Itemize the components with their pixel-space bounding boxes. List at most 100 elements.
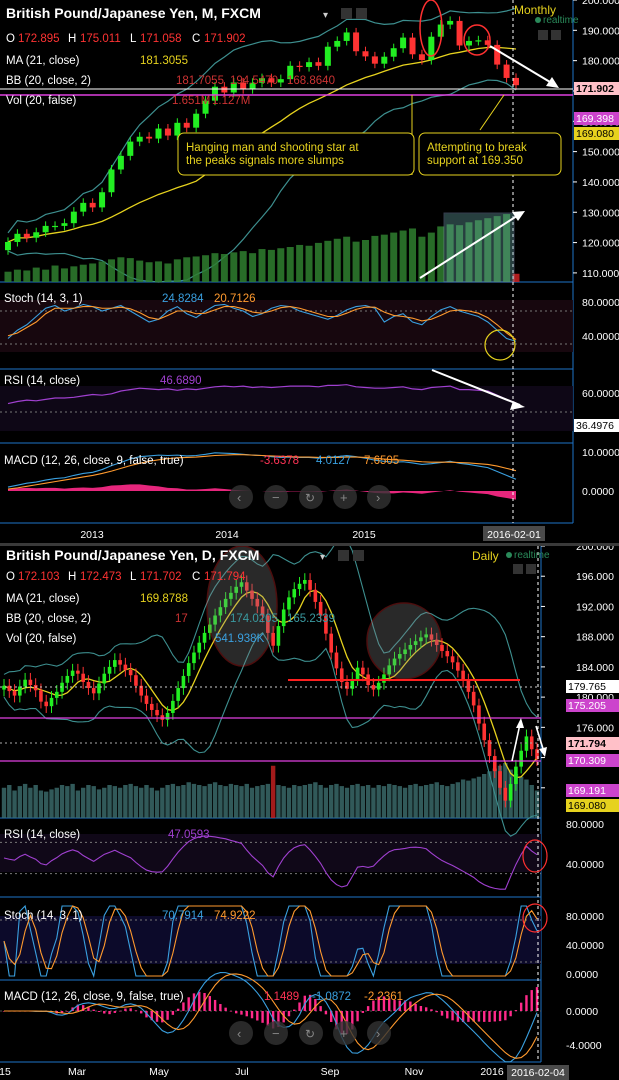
bot-candle-body	[498, 771, 502, 788]
daily-chart-svg[interactable]: British Pound/Japanese Yen, D, FXCM ▾ Da…	[0, 546, 619, 1080]
bot-candle-body	[176, 688, 180, 701]
bot-macd-v3: -2.2361	[364, 991, 403, 1003]
top-realtime-dot	[535, 17, 541, 23]
bot-candle-body	[492, 756, 497, 772]
top-candle-body	[14, 233, 21, 242]
bot-zoom-controls[interactable]: ‹ − ↻ + ›	[229, 1021, 391, 1045]
bot-volume-bar	[534, 790, 540, 818]
bot-up-arrow-head	[516, 718, 524, 728]
top-candle-body	[494, 44, 501, 65]
bot-macd-hist-bar	[176, 1008, 180, 1011]
bot-macd-hist-bar	[319, 1006, 322, 1011]
bot-macd-label[interactable]: MACD (12, 26, close, 9, false, true)	[4, 991, 184, 1003]
top-ma-label[interactable]: MA (21, close)	[6, 55, 80, 67]
top-realtime-label: realtime	[543, 15, 579, 26]
bot-up-btn[interactable]	[513, 564, 523, 574]
top-volume-bar	[352, 241, 360, 282]
bot-bb-value-3: 165.2339	[287, 613, 335, 625]
top-candle-body	[381, 56, 388, 64]
bot-volume-bar	[154, 790, 160, 818]
bot-volume-bar	[28, 787, 33, 818]
bot-h-label: H	[68, 571, 76, 583]
top-bb-value-2: 194.5470	[230, 75, 278, 87]
top-last-tag: 171.902	[576, 83, 614, 95]
top-volume-bar	[79, 264, 87, 282]
bot-volume-bar	[529, 785, 534, 818]
top-candle-body	[33, 232, 40, 238]
top-stoch-label[interactable]: Stoch (14, 3, 1)	[4, 293, 83, 305]
bot-volume-bar	[233, 785, 239, 818]
bot-volume-bar	[70, 783, 75, 818]
bot-candle-body	[186, 663, 191, 676]
top-rsi-tag: 36.4976	[576, 420, 614, 432]
top-close-icon[interactable]	[356, 8, 367, 19]
bot-title[interactable]: British Pound/Japanese Yen, D, FXCM	[6, 547, 259, 563]
monthly-chart-svg[interactable]: Hanging man and shooting star at the pea…	[0, 0, 619, 543]
bot-vol-label[interactable]: Vol (20, false)	[6, 633, 76, 645]
top-rsi-tick-60: 60.0000	[582, 388, 619, 400]
bot-lower2-tag: 169.080	[568, 800, 606, 812]
bot-macd-hist-bar	[488, 1011, 491, 1022]
bot-volume-bar	[429, 783, 434, 818]
bot-volume-bar	[423, 785, 429, 818]
note2-line1: Attempting to break	[427, 142, 527, 154]
top-up-btn[interactable]	[538, 30, 548, 40]
top-candle-body	[296, 65, 303, 68]
top-zoom-controls[interactable]: ‹ − ↻ + ›	[229, 485, 391, 509]
bot-candle-body	[28, 679, 33, 686]
bot-volume-bar	[334, 783, 339, 818]
bot-candle-body	[134, 675, 138, 686]
bot-macd-hist-bar	[208, 996, 212, 1011]
top-title[interactable]: British Pound/Japanese Yen, M, FXCM	[6, 5, 261, 21]
bot-macd-hist-bar	[134, 1010, 138, 1011]
bot-stoch-label[interactable]: Stoch (14, 3, 1)	[4, 910, 83, 922]
top-candle-body	[437, 24, 444, 37]
bot-volume-bar	[128, 783, 133, 818]
bot-volume-bar	[292, 785, 297, 818]
top-settings-icon[interactable]	[341, 8, 352, 19]
top-bb-value-3: 168.8640	[287, 75, 335, 87]
bot-support-tag: 170.309	[568, 755, 606, 767]
top-stoch-tick-80: 80.0000	[582, 297, 619, 309]
monthly-chart[interactable]: Hanging man and shooting star at the pea…	[0, 0, 619, 543]
bot-ma-label[interactable]: MA (21, close)	[6, 593, 80, 605]
bot-candle-body	[376, 682, 381, 690]
bot-x-tick-sep: Sep	[321, 1066, 340, 1078]
top-volume-bar	[32, 267, 40, 282]
bot-title-dropdown-icon[interactable]: ▾	[320, 552, 325, 563]
bot-volume-bar	[302, 785, 308, 818]
bot-stoch-k: 70.7914	[162, 910, 204, 922]
top-macd-label[interactable]: MACD (12, 26, close, 9, false, true)	[4, 455, 184, 467]
bot-candle-body	[450, 656, 455, 663]
bot-macd-hist-bar	[155, 1011, 159, 1022]
top-title-dropdown-icon[interactable]: ▾	[323, 10, 328, 21]
bot-volume-bar	[460, 779, 466, 818]
bot-close-icon[interactable]	[353, 550, 364, 561]
bot-macd-hist-bar	[234, 1011, 238, 1014]
bot-candle-body	[2, 685, 6, 690]
top-candle-body	[221, 86, 228, 93]
bot-rsi-label[interactable]: RSI (14, close)	[4, 829, 80, 841]
bot-bb-label[interactable]: BB (20, close, 2)	[6, 613, 91, 625]
bot-macd-hist-bar	[493, 1011, 496, 1022]
bot-macd-hist-bar	[256, 1011, 259, 1021]
top-rsi-label[interactable]: RSI (14, close)	[4, 375, 80, 387]
top-candle-body	[117, 155, 124, 170]
bot-volume-bar	[286, 787, 292, 818]
bot-down-btn[interactable]	[526, 564, 536, 574]
bot-macd-hist-bar	[477, 1011, 481, 1022]
bot-date-tag: 2016-02-04	[511, 1067, 565, 1079]
top-bb-label[interactable]: BB (20, close, 2)	[6, 75, 91, 87]
bot-candle-body	[81, 673, 85, 682]
top-price-tick-label: 140.000	[582, 177, 619, 189]
bot-volume-bar	[360, 786, 366, 818]
bot-volume-bar	[418, 786, 424, 818]
bot-candle-body	[49, 697, 54, 707]
top-down-btn[interactable]	[551, 30, 561, 40]
top-vol-label[interactable]: Vol (20, false)	[6, 95, 76, 107]
daily-chart[interactable]: British Pound/Japanese Yen, D, FXCM ▾ Da…	[0, 546, 619, 1080]
bot-h-value: 172.473	[80, 571, 122, 583]
bot-settings-icon[interactable]	[338, 550, 349, 561]
bot-candle-body	[281, 609, 286, 627]
bot-price-tick-label: 188.000	[576, 632, 614, 644]
